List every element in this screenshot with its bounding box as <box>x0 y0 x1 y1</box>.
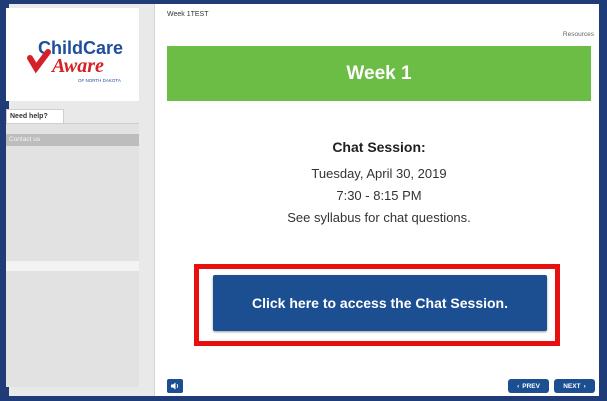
tab-need-help[interactable]: Need help? <box>6 109 64 123</box>
chevron-right-icon: › <box>583 382 586 390</box>
session-title: Chat Session: <box>332 139 426 155</box>
contact-us-link[interactable]: Contact us <box>6 134 139 146</box>
chevron-left-icon: ‹ <box>517 382 520 390</box>
session-date: Tuesday, April 30, 2019 <box>311 166 447 181</box>
logo-text-aware: Aware <box>50 55 104 77</box>
next-label: NEXT <box>563 382 581 390</box>
prev-label: PREV <box>522 382 540 390</box>
resources-link[interactable]: Resources <box>563 31 594 38</box>
sidebar-divider <box>6 261 139 271</box>
sidebar-lower-panel <box>6 271 139 387</box>
access-chat-session-button[interactable]: Click here to access the Chat Session. <box>213 275 547 331</box>
prev-button[interactable]: ‹ PREV <box>508 379 549 393</box>
logo-text-north-dakota: OF NORTH DAKOTA <box>78 78 121 83</box>
session-note: See syllabus for chat questions. <box>287 210 471 225</box>
next-button[interactable]: NEXT › <box>554 379 595 393</box>
lesson-title: Week 1TEST <box>167 11 209 18</box>
speaker-icon <box>170 382 178 390</box>
access-button-label: Click here to access the Chat Session. <box>252 295 508 311</box>
sound-button[interactable] <box>167 379 183 393</box>
week-title: Week 1 <box>346 62 412 84</box>
childcare-aware-logo: ChildCare Aware OF NORTH DAKOTA <box>6 8 139 101</box>
session-time: 7:30 - 8:15 PM <box>336 188 422 203</box>
week-banner: Week 1 <box>167 46 591 101</box>
